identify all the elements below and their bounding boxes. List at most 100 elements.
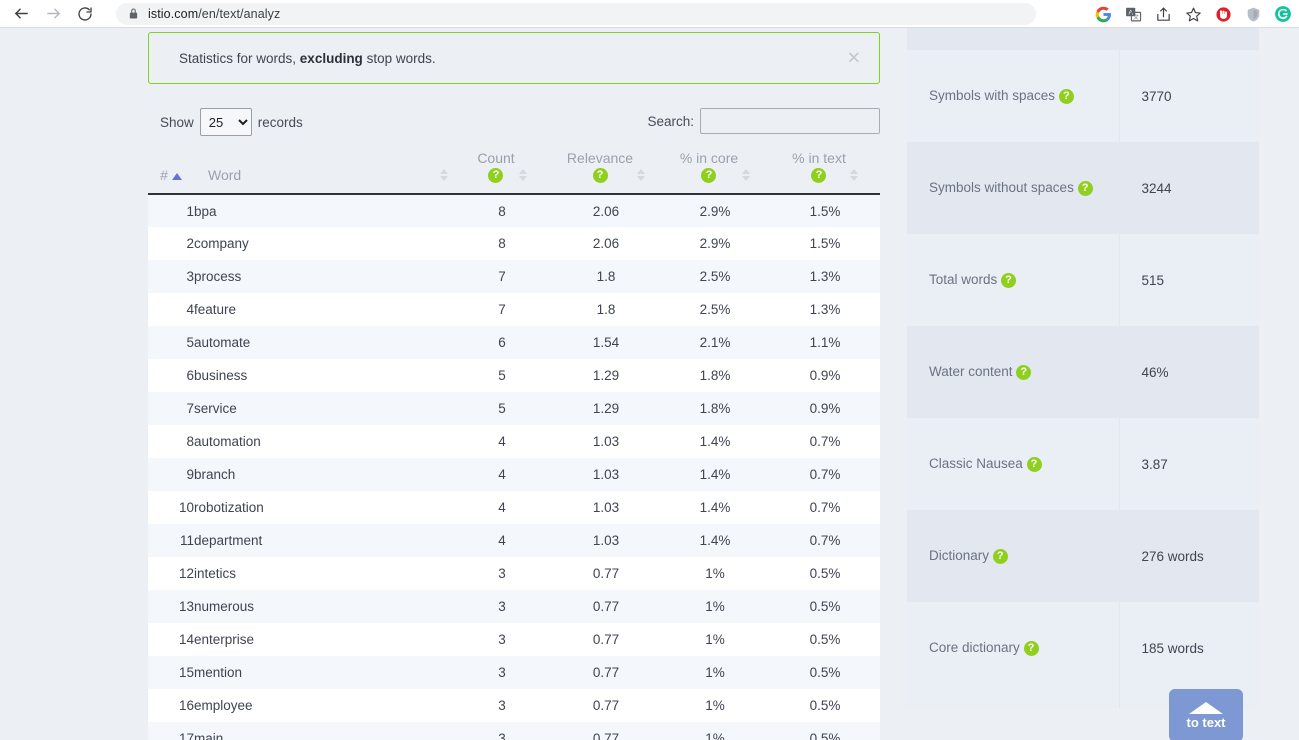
back-button[interactable] [6, 1, 36, 27]
row-count: 7 [498, 302, 506, 317]
close-icon[interactable]: ✕ [847, 50, 861, 67]
row-word: main [194, 731, 224, 740]
stat-label: Symbols with spaces ? [907, 50, 1119, 142]
help-icon[interactable]: ? [1026, 456, 1042, 472]
row-percent-in-core: 2.9% [699, 236, 731, 251]
word-statistics-table: # Word Count ? Relevance ? % in core ? %… [148, 150, 880, 740]
address-bar[interactable]: istio.com/en/text/analyz [116, 2, 1036, 25]
row-percent-in-text: 0.9% [809, 368, 841, 383]
translate-icon[interactable]: A 文 [1123, 4, 1143, 24]
row-relevance: 0.77 [592, 731, 620, 740]
share-icon[interactable] [1153, 4, 1173, 24]
row-percent-in-core: 1% [705, 599, 725, 614]
table-row: 8 automation 4 1.03 1.4% 0.7% [148, 425, 880, 458]
row-relevance: 0.77 [592, 566, 620, 581]
table-row: 15 mention 3 0.77 1% 0.5% [148, 656, 880, 689]
alert-text-after: stop words. [362, 50, 436, 66]
row-index: 12 [178, 566, 194, 581]
column-header-count[interactable]: Count ? [452, 150, 552, 195]
text-summary-body: Symbols with spaces ? 3770 Symbols without… [907, 28, 1259, 708]
row-percent-in-core: 1.4% [699, 500, 731, 515]
bookmark-star-icon[interactable] [1183, 4, 1203, 24]
stop-words-alert: Statistics for words, excluding stop wor… [148, 32, 880, 84]
row-percent-in-core: 2.5% [699, 269, 731, 284]
help-icon[interactable]: ? [1016, 364, 1032, 380]
stat-label: Water content ? [907, 326, 1119, 418]
reload-button[interactable] [70, 1, 100, 27]
sort-toggle-icon[interactable] [637, 169, 646, 181]
help-icon[interactable]: ? [1001, 272, 1017, 288]
sort-ascending-icon[interactable] [171, 173, 182, 180]
row-index: 4 [186, 302, 194, 317]
row-relevance: 0.77 [592, 599, 620, 614]
column-header-percent-in-core[interactable]: % in core ? [660, 150, 770, 195]
records-per-page-select[interactable]: 102550100 [199, 108, 252, 136]
stat-label: Classic Nausea ? [907, 418, 1119, 510]
row-index: 16 [178, 698, 194, 713]
sort-toggle-icon[interactable] [518, 169, 527, 181]
stat-row: Dictionary ? 276 words [907, 510, 1259, 602]
row-percent-in-core: 1.8% [699, 368, 731, 383]
row-percent-in-core: 2.9% [699, 203, 731, 219]
row-percent-in-core: 2.5% [699, 302, 731, 317]
table-row: 7 service 5 1.29 1.8% 0.9% [148, 392, 880, 425]
help-icon[interactable]: ? [1023, 640, 1039, 656]
stat-row: Water content ? 46% [907, 326, 1259, 418]
grammarly-icon[interactable] [1273, 4, 1293, 24]
url-text: istio.com/en/text/analyz [148, 7, 280, 21]
row-word: enterprise [194, 632, 255, 647]
stat-row: Symbols without spaces ? 3244 [907, 142, 1259, 234]
table-row: 12 intetics 3 0.77 1% 0.5% [148, 557, 880, 590]
help-icon[interactable]: ? [811, 168, 827, 183]
row-percent-in-text: 1.5% [809, 236, 841, 251]
column-header-percent-in-text[interactable]: % in text ? [770, 150, 880, 195]
row-percent-in-text: 0.9% [809, 401, 841, 416]
help-icon[interactable]: ? [592, 168, 608, 183]
column-header-word[interactable]: Word [194, 150, 452, 195]
row-word: company [194, 236, 249, 251]
row-count: 5 [498, 368, 506, 383]
forward-button[interactable] [38, 1, 68, 27]
help-icon[interactable]: ? [488, 168, 504, 183]
row-index: 3 [186, 269, 194, 284]
column-label-percent-in-text: % in text [792, 150, 846, 166]
row-percent-in-text: 1.5% [809, 203, 841, 219]
column-header-relevance[interactable]: Relevance ? [552, 150, 660, 195]
stat-value: 3244 [1118, 142, 1259, 234]
row-relevance: 0.77 [592, 632, 620, 647]
column-label-word: Word [208, 167, 242, 183]
row-count: 3 [498, 599, 506, 614]
sort-toggle-icon[interactable] [742, 169, 751, 181]
shield-security-icon[interactable] [1243, 4, 1263, 24]
help-icon[interactable]: ? [1058, 88, 1074, 104]
adblock-icon[interactable] [1213, 4, 1233, 24]
scroll-to-text-button[interactable]: to text [1169, 689, 1243, 740]
row-index: 14 [178, 632, 194, 647]
scroll-to-text-label: to text [1186, 714, 1226, 730]
row-percent-in-text: 1.1% [809, 335, 841, 350]
help-icon[interactable]: ? [701, 168, 717, 183]
help-icon[interactable]: ? [1077, 180, 1093, 196]
stat-row: Core dictionary ? 185 words [907, 602, 1259, 694]
row-percent-in-core: 1% [705, 698, 725, 713]
search-input[interactable] [700, 108, 880, 134]
row-index: 1 [186, 203, 194, 219]
row-relevance: 1.8 [596, 269, 616, 284]
row-word: department [194, 533, 263, 548]
navigation-buttons [0, 1, 100, 27]
alert-text-bold: excluding [299, 50, 363, 66]
table-head: # Word Count ? Relevance ? % in core ? %… [148, 150, 880, 195]
stat-label-text: Total words [929, 272, 1002, 288]
stat-label: Symbols without spaces ? [907, 142, 1119, 234]
row-relevance: 2.06 [592, 236, 620, 251]
help-icon[interactable]: ? [992, 548, 1008, 564]
table-row: 6 business 5 1.29 1.8% 0.9% [148, 359, 880, 392]
sort-toggle-icon[interactable] [440, 169, 448, 181]
text-summary-table: Symbols with spaces ? 3770 Symbols without… [907, 28, 1259, 708]
row-count: 4 [498, 434, 506, 449]
column-header-index[interactable]: # [148, 150, 194, 195]
page-body: Statistics for words, excluding stop wor… [0, 28, 1299, 740]
search-area: Search: [647, 108, 880, 134]
sort-toggle-icon[interactable] [849, 169, 858, 181]
google-icon[interactable] [1093, 4, 1113, 24]
